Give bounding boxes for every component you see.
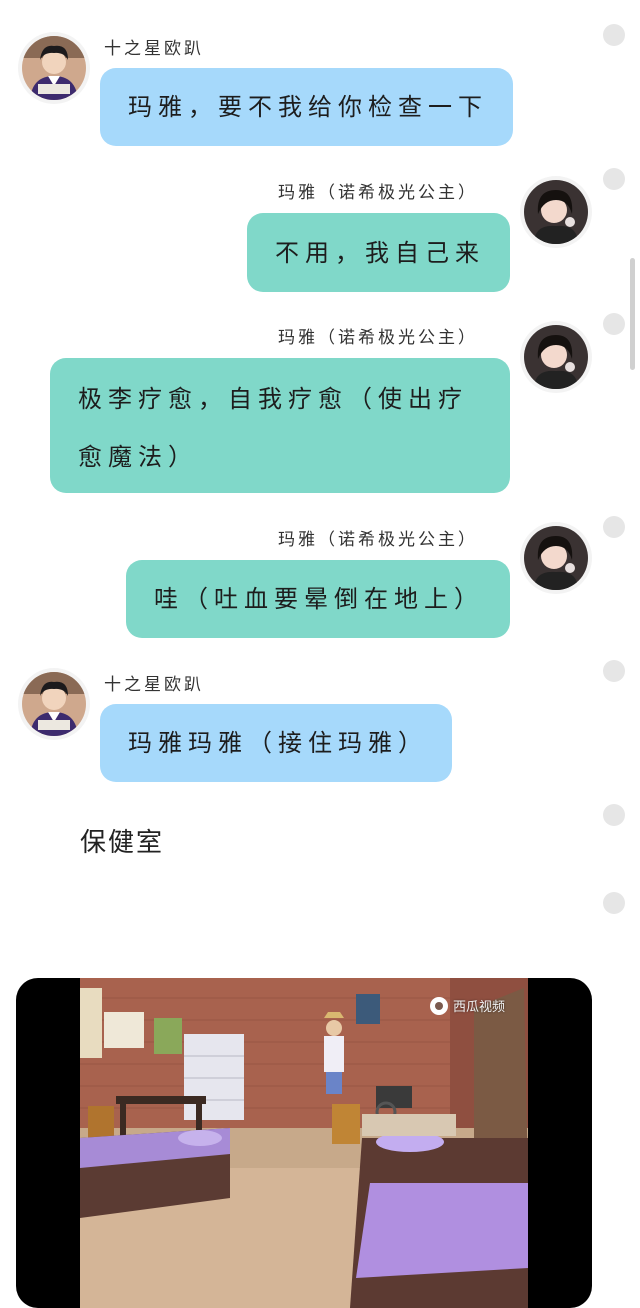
infirmary-scene-image [80, 978, 528, 1308]
girl-avatar-icon [524, 325, 588, 389]
boy-avatar-icon [22, 672, 86, 736]
sender-name: 玛雅（诺希极光公主） [278, 183, 478, 203]
xigua-logo-icon [430, 996, 448, 1015]
side-dot [603, 516, 625, 538]
chat-bubble[interactable]: 极李疗愈，自我疗愈（使出疗愈魔法） [50, 358, 510, 493]
sender-name: 十之星欧趴 [104, 39, 204, 59]
sender-name: 十之星欧趴 [104, 675, 204, 695]
message-text: 哇（吐血要晕倒在地上） [154, 585, 484, 613]
sender-name: 玛雅（诺希极光公主） [278, 328, 478, 348]
message-text: 玛雅玛雅（接住玛雅） [128, 729, 428, 757]
side-dot [603, 892, 625, 914]
avatar-girl[interactable] [524, 180, 588, 244]
chat-bubble[interactable]: 不用，我自己来 [247, 213, 510, 292]
scene-caption: 保健室 [80, 828, 165, 858]
avatar-girl[interactable] [524, 325, 588, 389]
chat-bubble[interactable]: 玛雅，要不我给你检查一下 [100, 68, 513, 146]
video-scene: 西瓜视频 [80, 978, 528, 1308]
avatar-boy[interactable] [22, 672, 86, 736]
message-text: 玛雅，要不我给你检查一下 [128, 93, 488, 121]
side-dot [603, 804, 625, 826]
chat-bubble[interactable]: 哇（吐血要晕倒在地上） [126, 560, 510, 638]
avatar-boy[interactable] [22, 36, 86, 100]
watermark-text: 西瓜视频 [453, 1000, 506, 1015]
message-text: 极李疗愈，自我疗愈（使出疗愈魔法） [78, 385, 468, 471]
message-text: 不用，我自己来 [275, 238, 485, 267]
avatar-girl[interactable] [524, 526, 588, 590]
girl-avatar-icon [524, 526, 588, 590]
side-dot [603, 168, 625, 190]
girl-avatar-icon [524, 180, 588, 244]
side-dot [603, 313, 625, 335]
sender-name: 玛雅（诺希极光公主） [278, 530, 478, 550]
chat-bubble[interactable]: 玛雅玛雅（接住玛雅） [100, 704, 452, 782]
side-dot [603, 660, 625, 682]
video-watermark: 西瓜视频 [430, 996, 505, 1015]
video-frame[interactable]: 西瓜视频 [16, 978, 592, 1308]
scrollbar[interactable] [630, 258, 635, 370]
side-dot [603, 24, 625, 46]
boy-avatar-icon [22, 36, 86, 100]
